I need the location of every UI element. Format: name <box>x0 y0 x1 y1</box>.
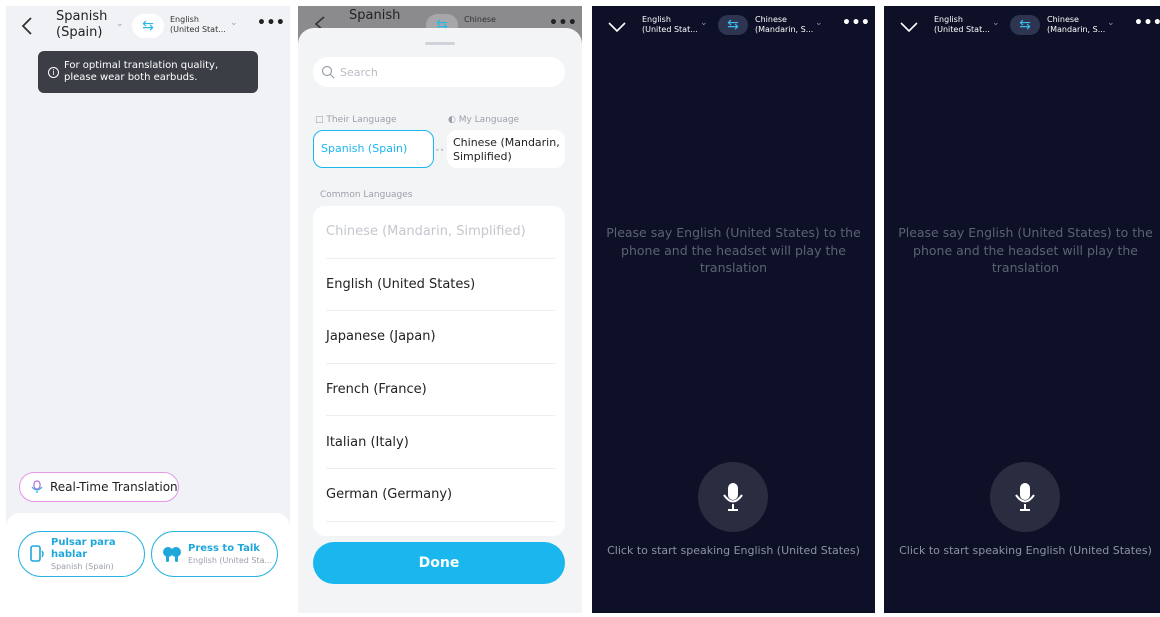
more-icon[interactable]: ••• <box>257 15 285 31</box>
chevron-down-icon: ⌄ <box>1107 18 1115 28</box>
sheet-handle[interactable] <box>425 42 455 45</box>
english-talk-button[interactable]: Press to Talk English (United Sta... <box>151 531 278 577</box>
speak-prompt: Please say English (United States) to th… <box>898 225 1153 275</box>
their-language-label-text: Their Language <box>326 115 397 125</box>
list-item[interactable]: Japanese (Japan) <box>326 311 555 364</box>
right-language-selector[interactable]: Chinese (Mandarin, S... <box>755 15 813 35</box>
language-picker-screen: Spanish ⇆ Chinese ••• Search □ Their Lan… <box>298 6 582 613</box>
left-language-selector[interactable]: English (United Stat... <box>642 15 698 35</box>
their-language-label: □ Their Language <box>315 115 397 125</box>
dark-top-bar: English (United Stat... ⌄ ⇆ Chinese (Man… <box>592 6 875 46</box>
done-button[interactable]: Done <box>313 542 565 584</box>
list-item[interactable]: English (United States) <box>326 259 555 312</box>
english-talk-title: Press to Talk <box>188 542 260 554</box>
common-languages-label: Common Languages <box>320 190 413 200</box>
list-item: Chinese (Mandarin, Simplified) <box>326 206 555 259</box>
earbuds-tooltip: i For optimal translation quality, pleas… <box>38 51 258 93</box>
spanish-talk-title-line2: hablar <box>51 548 88 560</box>
talk-button-area: Pulsar para hablar Spanish (Spain) Press… <box>6 513 290 613</box>
dark-top-bar: English (United Stat... ⌄ ⇆ Chinese (Man… <box>884 6 1160 46</box>
target-language-selector[interactable]: English (United Stat... <box>170 15 226 35</box>
their-language-value: Spanish (Spain) <box>321 142 408 155</box>
collapse-chevron-icon[interactable] <box>607 21 627 33</box>
right-language-line2: (Mandarin, S... <box>755 25 814 34</box>
chevron-down-icon: ⌄ <box>815 18 823 28</box>
search-placeholder: Search <box>340 65 378 79</box>
right-language-selector[interactable]: Chinese (Mandarin, S... <box>1047 15 1105 35</box>
search-input[interactable]: Search <box>313 57 565 87</box>
microphone-button[interactable] <box>698 462 768 532</box>
my-language-box[interactable]: Chinese (Mandarin, Simplified) <box>447 130 565 168</box>
target-language-line1: English <box>170 15 199 24</box>
back-arrow-icon[interactable] <box>21 16 33 36</box>
left-language-selector[interactable]: English (United Stat... <box>934 15 990 35</box>
right-language-line2: (Mandarin, S... <box>1047 25 1106 34</box>
language-sheet: Search □ Their Language ◐ My Language Sp… <box>298 28 582 613</box>
connector-dots: •• <box>435 146 445 155</box>
header-target-language: Chinese <box>464 15 496 24</box>
target-language-line2: (United Stat... <box>170 25 226 34</box>
right-language-line1: Chinese <box>1047 15 1079 24</box>
list-item[interactable]: French (France) <box>326 364 555 417</box>
my-language-label-text: My Language <box>458 115 520 125</box>
their-language-box[interactable]: Spanish (Spain) <box>313 130 434 168</box>
chevron-down-icon: ⌄ <box>992 18 1000 28</box>
collapse-chevron-icon[interactable] <box>899 21 919 33</box>
my-language-label: ◐ My Language <box>448 115 520 125</box>
top-bar: Spanish (Spain) ⌄ ⇆ English (United Stat… <box>6 6 290 46</box>
info-icon: i <box>48 66 59 78</box>
my-language-line1: Chinese (Mandarin, <box>453 136 560 149</box>
phone-icon <box>30 545 44 562</box>
header-source-language: Spanish <box>349 8 401 23</box>
spanish-talk-button[interactable]: Pulsar para hablar Spanish (Spain) <box>18 531 145 577</box>
realtime-translation-button[interactable]: Real-Time Translation <box>19 472 179 502</box>
chevron-down-icon: ⌄ <box>230 18 238 28</box>
source-language-line1: Spanish <box>56 9 108 24</box>
tooltip-text: For optimal translation quality, please … <box>64 60 219 83</box>
language-list: Chinese (Mandarin, Simplified) English (… <box>313 206 565 536</box>
english-talk-subtitle: English (United Sta... <box>188 555 273 565</box>
speak-prompt: Please say English (United States) to th… <box>606 225 861 275</box>
search-icon <box>321 65 335 79</box>
list-item[interactable]: Italian (Italy) <box>326 416 555 469</box>
swap-icon[interactable]: ⇆ <box>1010 15 1040 35</box>
listening-screen: English (United Stat... ⌄ ⇆ Chinese (Man… <box>592 6 875 613</box>
translator-screen: Spanish (Spain) ⌄ ⇆ English (United Stat… <box>6 6 290 613</box>
earbuds-icon <box>163 547 181 562</box>
more-icon[interactable]: ••• <box>842 15 870 31</box>
microphone-icon <box>723 483 743 511</box>
swap-icon[interactable]: ⇆ <box>718 15 748 35</box>
swap-icon[interactable]: ⇆ <box>132 14 164 38</box>
source-language-selector[interactable]: Spanish (Spain) <box>56 9 107 41</box>
right-language-line1: Chinese <box>755 15 787 24</box>
chevron-down-icon: ⌄ <box>116 19 124 29</box>
spanish-talk-title-line1: Pulsar para <box>51 536 116 548</box>
more-icon[interactable]: ••• <box>1134 15 1160 31</box>
click-to-speak-hint: Click to start speaking English (United … <box>899 544 1152 557</box>
microphone-icon <box>31 480 43 493</box>
microphone-button[interactable] <box>990 462 1060 532</box>
chevron-down-icon: ⌄ <box>700 18 708 28</box>
left-language-line1: English <box>934 15 963 24</box>
left-language-line1: English <box>642 15 671 24</box>
listening-screen-duplicate: English (United Stat... ⌄ ⇆ Chinese (Man… <box>884 6 1160 613</box>
realtime-translation-label: Real-Time Translation <box>50 480 178 494</box>
list-item[interactable]: German (Germany) <box>326 469 555 522</box>
spanish-talk-subtitle: Spanish (Spain) <box>51 561 114 571</box>
left-language-line2: (United Stat... <box>642 25 698 34</box>
source-language-line2: (Spain) <box>56 25 103 40</box>
microphone-icon <box>1015 483 1035 511</box>
left-language-line2: (United Stat... <box>934 25 990 34</box>
click-to-speak-hint: Click to start speaking English (United … <box>607 544 860 557</box>
my-language-line2: Simplified) <box>453 150 512 163</box>
